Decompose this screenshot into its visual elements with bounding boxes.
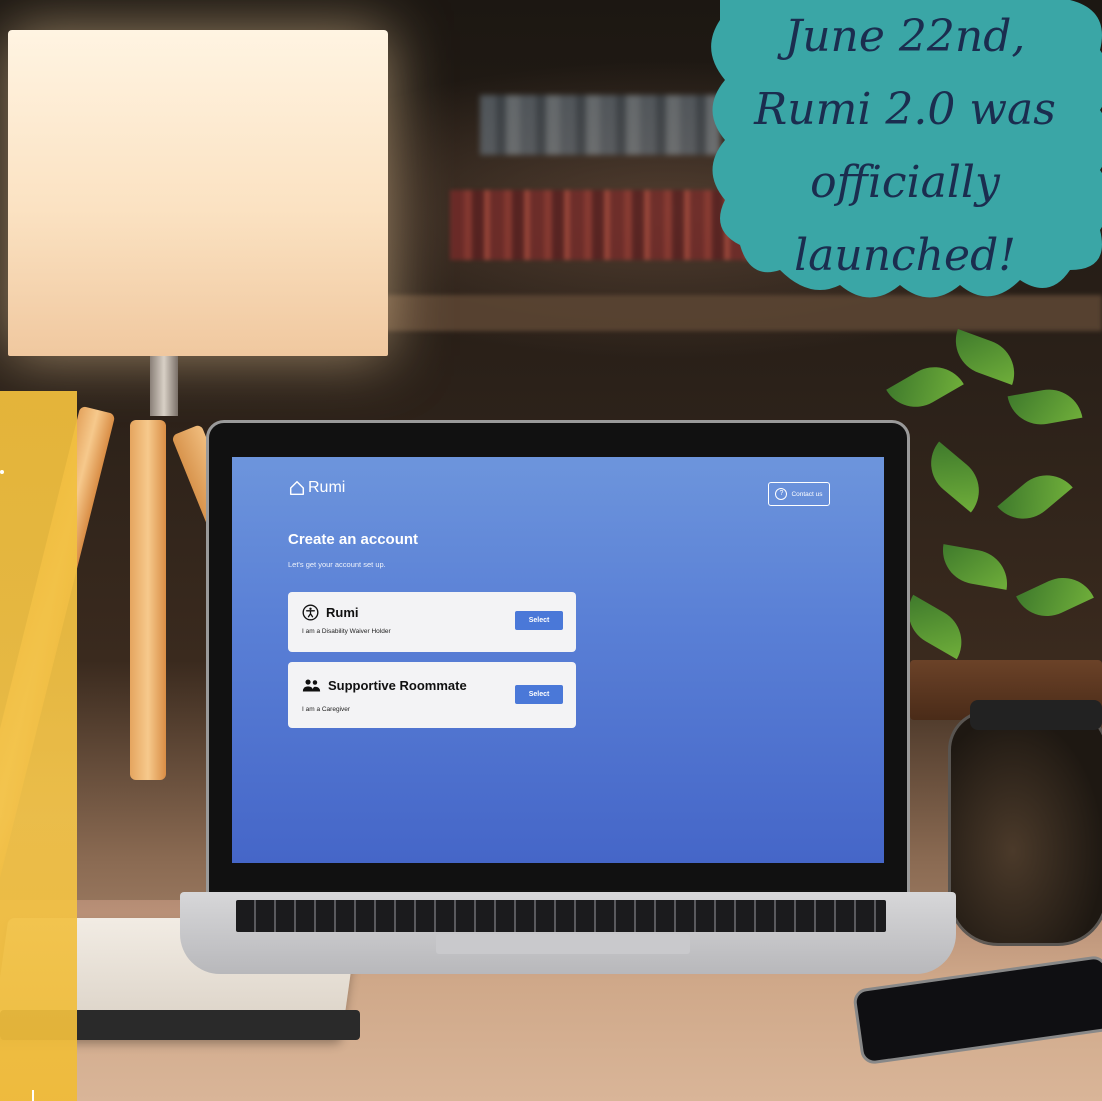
app-logo[interactable]: Rumi xyxy=(288,479,345,497)
strip-dot xyxy=(0,470,4,474)
accessibility-icon xyxy=(302,604,319,621)
leaf xyxy=(1016,566,1094,628)
jar-lid xyxy=(970,700,1102,730)
announcement-line: launched! xyxy=(794,230,1016,281)
contact-us-button[interactable]: ? Contact us xyxy=(768,482,830,506)
photo-background: Rumi ? Contact us Create an account Let'… xyxy=(0,0,1102,1101)
laptop-trackpad xyxy=(436,934,690,954)
card-header: Supportive Roommate xyxy=(302,678,467,693)
leaf xyxy=(937,544,1013,590)
account-type-card-rumi: Rumi I am a Disability Waiver Holder Sel… xyxy=(288,592,576,652)
card-title: Rumi xyxy=(326,605,359,620)
announcement-text: June 22nd, Rumi 2.0 was officially launc… xyxy=(735,0,1075,292)
leaf xyxy=(886,354,964,420)
select-button-rumi[interactable]: Select xyxy=(515,611,563,630)
glass-jar xyxy=(948,710,1102,946)
page-subtitle: Let's get your account set up. xyxy=(288,560,386,569)
account-type-card-roommate: Supportive Roommate I am a Caregiver Sel… xyxy=(288,662,576,728)
potted-plant xyxy=(880,329,1102,700)
people-icon xyxy=(302,679,321,692)
announcement-line: officially xyxy=(810,157,1000,208)
logo-text: Rumi xyxy=(308,479,346,496)
strip-tick xyxy=(32,1090,34,1101)
announcement-line: Rumi 2.0 was xyxy=(754,84,1056,135)
page-title: Create an account xyxy=(288,531,419,548)
laptop-keyboard xyxy=(236,900,886,932)
card-description: I am a Caregiver xyxy=(302,706,351,713)
question-circle-icon: ? xyxy=(775,488,788,500)
leaf xyxy=(917,441,993,513)
card-description: I am a Disability Waiver Holder xyxy=(302,628,391,635)
select-button-roommate[interactable]: Select xyxy=(515,685,563,704)
announcement-line: June 22nd, xyxy=(784,11,1026,62)
contact-us-label: Contact us xyxy=(791,490,823,498)
leaf xyxy=(1007,384,1083,430)
card-header: Rumi xyxy=(302,604,359,621)
card-title: Supportive Roommate xyxy=(328,678,467,693)
laptop-screen: Rumi ? Contact us Create an account Let'… xyxy=(232,457,884,863)
lamp-stem xyxy=(150,356,178,416)
lamp-shade xyxy=(8,30,388,356)
lamp-leg xyxy=(130,420,166,780)
yellow-side-strip xyxy=(0,391,77,1101)
leaf xyxy=(997,461,1073,533)
house-icon xyxy=(289,480,305,496)
